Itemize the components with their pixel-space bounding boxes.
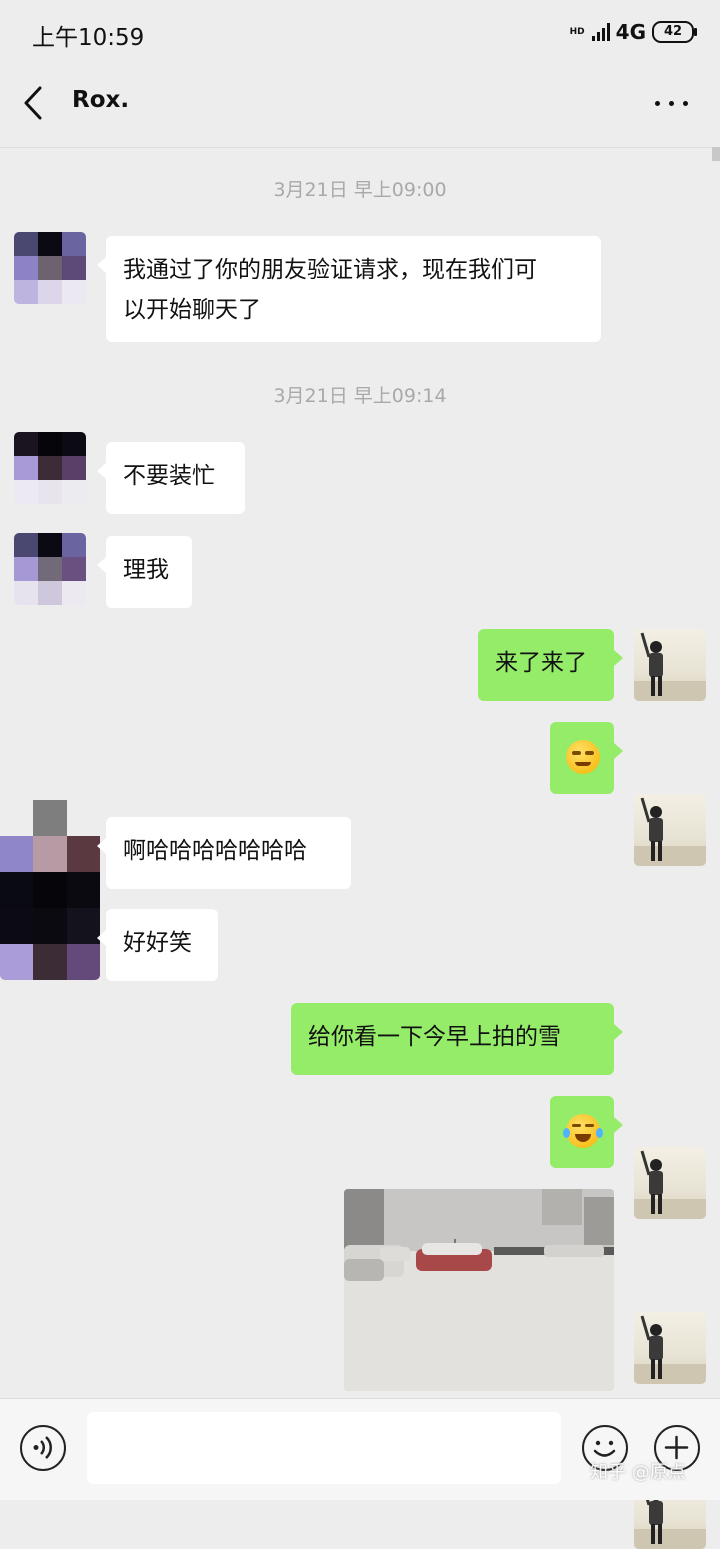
message-text: 理我 <box>123 557 169 583</box>
message-text: 给你看一下今早上拍的雪 <box>308 1024 561 1050</box>
back-button[interactable] <box>16 82 56 124</box>
tears-of-joy-emoji-icon <box>563 1114 603 1148</box>
snow-photo-image <box>344 1189 614 1391</box>
message-text-line: 以开始聊天了 <box>123 297 261 323</box>
person-photo-icon <box>634 632 706 701</box>
my-avatar[interactable] <box>634 629 706 701</box>
message-text-line: 我通过了你的朋友验证请求，现在我们可 <box>123 257 537 283</box>
contact-avatar[interactable] <box>14 432 86 504</box>
outgoing-emoji-bubble[interactable] <box>550 1096 623 1168</box>
outgoing-message-bubble[interactable]: 给你看一下今早上拍的雪 <box>291 1003 623 1075</box>
timestamp: 3月21日 早上09:14 <box>273 385 447 407</box>
snow-photo-message[interactable] <box>344 1189 614 1391</box>
outgoing-emoji-bubble[interactable] <box>550 722 623 794</box>
more-options-button[interactable] <box>654 88 690 118</box>
my-avatar[interactable] <box>634 1147 706 1219</box>
scrollbar[interactable] <box>712 147 720 161</box>
timestamp: 3月21日 早上09:00 <box>273 179 447 201</box>
chevron-left-icon <box>24 86 42 120</box>
signal-icon <box>591 23 610 41</box>
person-photo-icon <box>634 1315 706 1384</box>
chat-title: Rox. <box>72 87 130 113</box>
voice-icon <box>33 1436 52 1459</box>
watermark: 知乎 @原点 <box>590 1462 686 1483</box>
outgoing-message-bubble[interactable]: 来了来了 <box>478 629 623 701</box>
voice-input-button[interactable] <box>20 1425 66 1471</box>
status-time: 上午10:59 <box>32 25 145 51</box>
status-icons: HD 4G 42 <box>569 18 697 46</box>
message-text: 啊哈哈哈哈哈哈哈 <box>123 838 307 864</box>
contact-avatar[interactable] <box>14 533 86 605</box>
incoming-message-bubble[interactable]: 我通过了你的朋友验证请求，现在我们可 以开始聊天了 <box>97 236 601 342</box>
network-label: 4G <box>615 20 646 44</box>
smirk-emoji-icon <box>566 740 600 774</box>
incoming-message-bubble[interactable]: 啊哈哈哈哈哈哈哈 <box>97 817 351 889</box>
message-text: 好好笑 <box>123 930 192 956</box>
person-photo-icon <box>634 1150 706 1219</box>
incoming-message-bubble[interactable]: 好好笑 <box>97 909 218 981</box>
message-text: 不要装忙 <box>123 463 215 489</box>
battery-icon: 42 <box>652 21 697 43</box>
my-avatar[interactable] <box>634 1312 706 1384</box>
incoming-message-bubble[interactable]: 理我 <box>97 536 192 608</box>
message-text: 来了来了 <box>495 650 587 676</box>
contact-avatar[interactable] <box>0 800 100 980</box>
contact-avatar[interactable] <box>14 232 86 304</box>
header-divider <box>0 147 720 148</box>
message-input[interactable] <box>87 1412 561 1484</box>
incoming-message-bubble[interactable]: 不要装忙 <box>97 442 245 514</box>
hd-label: HD <box>569 26 585 37</box>
person-photo-icon <box>634 797 706 866</box>
my-avatar[interactable] <box>634 794 706 866</box>
